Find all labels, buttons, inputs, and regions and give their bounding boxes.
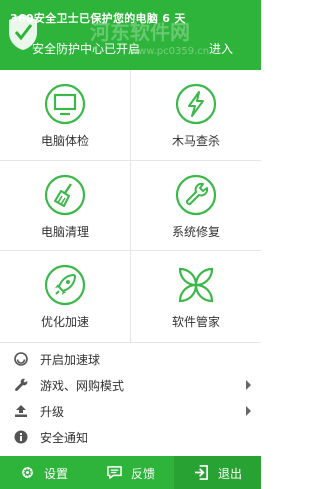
grid-item-label: 木马查杀 xyxy=(171,134,220,148)
grid-item-cleanup[interactable]: 电脑清理 xyxy=(0,161,130,251)
submenu-arrow-icon xyxy=(246,380,251,390)
exit-icon xyxy=(194,465,208,480)
info-icon xyxy=(14,430,28,444)
menu-item-label: 游戏、网购模式 xyxy=(40,379,125,393)
exit-label: 退出 xyxy=(218,467,243,481)
context-menu: 开启加速球 游戏、网购模式 升级 安全通知 xyxy=(0,342,261,456)
upload-icon xyxy=(15,405,27,417)
grid-item-label: 电脑体检 xyxy=(40,134,89,148)
header-banner: 河东软件网 www.pc0359.cn 360安全卫士已保护您的电脑 6 天 安… xyxy=(0,0,261,70)
chat-bubble-icon xyxy=(107,466,122,479)
menu-item-label: 安全通知 xyxy=(40,431,89,445)
protection-status-text: 安全防护中心已开启 xyxy=(32,42,141,56)
menu-item-accelerator-ball[interactable]: 开启加速球 xyxy=(0,346,261,372)
protection-days-title: 360安全卫士已保护您的电脑 6 天 xyxy=(10,12,186,25)
petals-icon xyxy=(178,267,214,303)
grid-item-checkup[interactable]: 电脑体检 xyxy=(0,70,130,160)
grid-item-label: 电脑清理 xyxy=(40,225,89,239)
menu-item-game-shopping-mode[interactable]: 游戏、网购模式 xyxy=(0,372,261,398)
grid-item-speedup[interactable]: 优化加速 xyxy=(0,251,130,341)
watermark-url: www.pc0359.cn xyxy=(130,46,210,57)
grid-item-system-repair[interactable]: 系统修复 xyxy=(131,161,261,251)
enter-button[interactable]: 进入 xyxy=(209,40,233,57)
feature-grid: 电脑体检 木马查杀 电脑清理 系统修复 优化加速 软件管家 xyxy=(0,70,261,342)
wrench-icon xyxy=(175,174,217,216)
menu-item-security-notice[interactable]: 安全通知 xyxy=(0,424,261,450)
broom-icon xyxy=(44,174,86,216)
monitor-icon xyxy=(44,83,86,125)
lightning-icon xyxy=(175,83,217,125)
menu-item-upgrade[interactable]: 升级 xyxy=(0,398,261,424)
submenu-arrow-icon xyxy=(246,406,251,416)
grid-item-label: 软件管家 xyxy=(171,315,220,329)
menu-item-label: 升级 xyxy=(40,405,65,419)
gear-icon xyxy=(22,467,33,478)
footer-bar: 设置 反馈 退出 xyxy=(0,456,261,489)
settings-button[interactable]: 设置 xyxy=(0,456,87,489)
menu-item-label: 开启加速球 xyxy=(40,353,101,367)
ball-icon xyxy=(14,352,28,366)
exit-button[interactable]: 退出 xyxy=(174,456,261,489)
settings-label: 设置 xyxy=(44,467,69,481)
grid-item-label: 优化加速 xyxy=(40,315,89,329)
wrench-small-icon xyxy=(15,378,28,391)
grid-item-trojan-scan[interactable]: 木马查杀 xyxy=(131,70,261,160)
grid-item-software-manager[interactable]: 软件管家 xyxy=(131,251,261,341)
grid-item-label: 系统修复 xyxy=(171,225,220,239)
rocket-icon xyxy=(44,264,86,306)
feedback-label: 反馈 xyxy=(131,467,156,481)
feedback-button[interactable]: 反馈 xyxy=(87,456,174,489)
